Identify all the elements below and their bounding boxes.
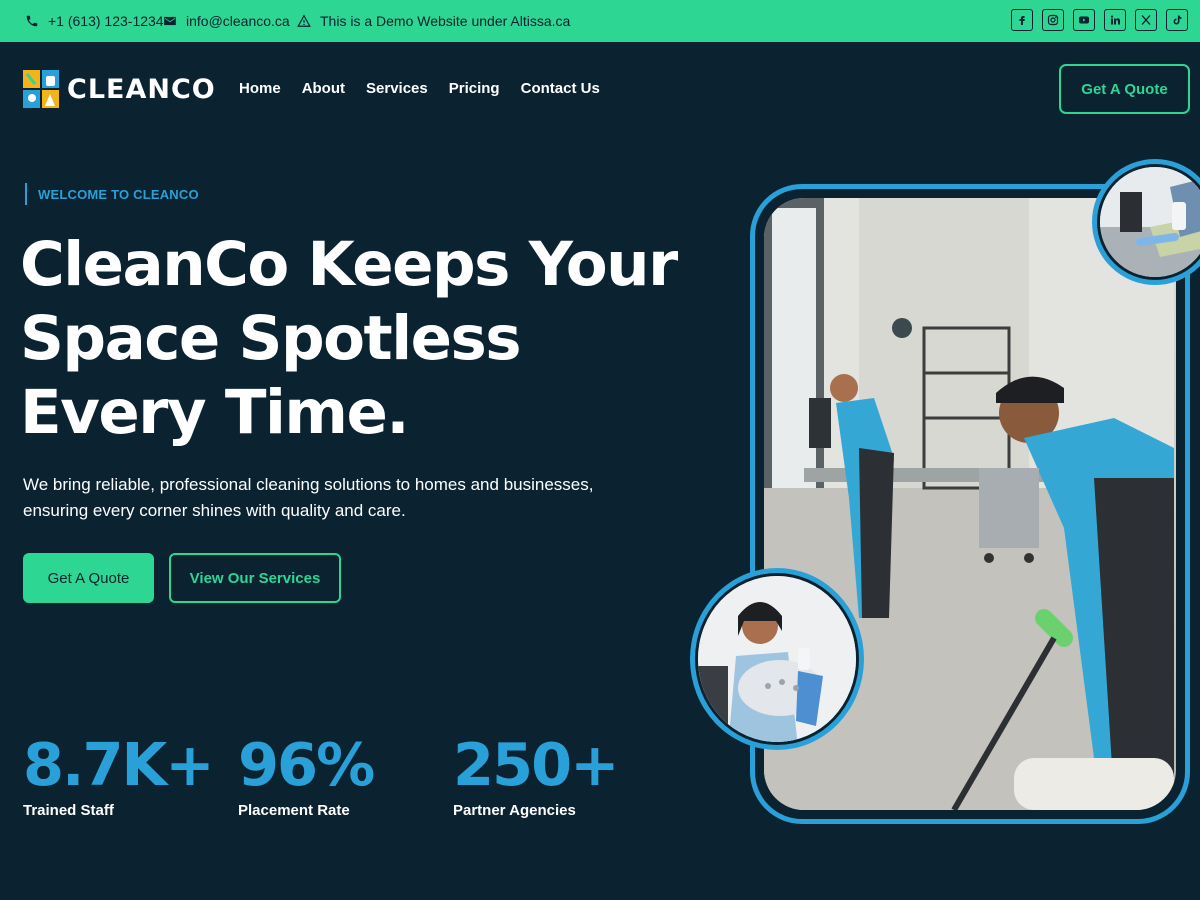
- stat-value: 96%: [238, 730, 375, 799]
- x-icon[interactable]: [1135, 9, 1157, 31]
- view-services-button[interactable]: View Our Services: [169, 553, 341, 603]
- logo-text: CLEANCO: [67, 73, 216, 105]
- subtext-line: We bring reliable, professional cleaning…: [23, 475, 594, 494]
- nav-item-home[interactable]: Home: [239, 78, 281, 100]
- envelope-icon: [164, 16, 176, 26]
- social-links: [1011, 9, 1188, 31]
- tiktok-icon[interactable]: [1166, 9, 1188, 31]
- stat-value: 8.7K+: [23, 730, 215, 799]
- youtube-icon[interactable]: [1073, 9, 1095, 31]
- email-text: info@cleanco.ca: [186, 13, 290, 29]
- header-get-quote-button[interactable]: Get A Quote: [1059, 64, 1190, 114]
- stat-value: 250+: [453, 730, 620, 799]
- stat-label: Trained Staff: [23, 802, 114, 819]
- hero-subtext: We bring reliable, professional cleaning…: [23, 472, 623, 524]
- nav-item-about[interactable]: About: [302, 78, 345, 100]
- warning-icon: [297, 14, 311, 27]
- hero-headline: CleanCo Keeps Your Space Spotless Every …: [20, 228, 700, 450]
- stat-trained-staff: 8.7K+ Trained Staff: [23, 728, 215, 819]
- stat-placement-rate: 96% Placement Rate: [238, 728, 375, 819]
- logo[interactable]: CLEANCO: [23, 70, 216, 108]
- linkedin-icon[interactable]: [1104, 9, 1126, 31]
- subtext-line: ensuring every corner shines with qualit…: [23, 501, 406, 520]
- demo-notice-text: This is a Demo Website under Altissa.ca: [320, 13, 571, 29]
- headline-line: Space Spotless: [20, 303, 522, 374]
- headline-line: CleanCo Keeps Your: [20, 229, 678, 300]
- nav-item-services[interactable]: Services: [366, 78, 428, 100]
- stat-label: Partner Agencies: [453, 802, 576, 819]
- headline-line: Every Time.: [20, 377, 410, 448]
- stat-label: Placement Rate: [238, 802, 350, 819]
- email-contact[interactable]: info@cleanco.ca: [163, 0, 290, 42]
- phone-text: +1 (613) 123-1234: [48, 13, 164, 29]
- main-nav: Home About Services Pricing Contact Us: [239, 78, 600, 100]
- facebook-icon[interactable]: [1011, 9, 1033, 31]
- get-quote-button[interactable]: Get A Quote: [23, 553, 154, 603]
- phone-contact[interactable]: +1 (613) 123-1234: [25, 0, 164, 42]
- hero-eyebrow: WELCOME TO CLEANCO: [25, 183, 199, 205]
- circle-photo-laundry: [690, 568, 864, 750]
- logo-icon: [23, 70, 59, 108]
- instagram-icon[interactable]: [1042, 9, 1064, 31]
- demo-notice: This is a Demo Website under Altissa.ca: [297, 0, 570, 42]
- phone-icon: [26, 15, 38, 27]
- stat-partner-agencies: 250+ Partner Agencies: [453, 728, 620, 819]
- nav-item-pricing[interactable]: Pricing: [449, 78, 500, 100]
- top-bar: +1 (613) 123-1234 info@cleanco.ca This i…: [0, 0, 1200, 42]
- nav-item-contact[interactable]: Contact Us: [521, 78, 600, 100]
